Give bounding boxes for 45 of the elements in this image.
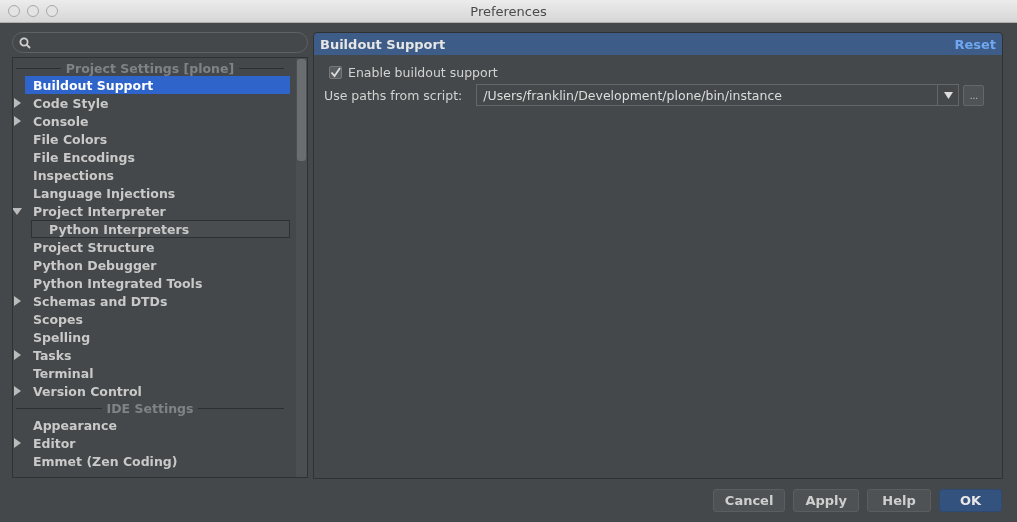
caret-icon xyxy=(943,91,953,99)
script-path-dropdown[interactable]: /Users/franklin/Development/plone/bin/instance xyxy=(476,84,960,106)
tree-item[interactable]: Code Style xyxy=(25,94,290,112)
tree-item[interactable]: Editor xyxy=(25,434,290,452)
expanded-arrow-icon[interactable] xyxy=(13,206,22,216)
tree-item[interactable]: Buildout Support xyxy=(25,76,290,94)
checkbox-label: Enable buildout support xyxy=(348,65,498,80)
checkbox[interactable] xyxy=(329,66,342,79)
tree-item[interactable]: File Encodings xyxy=(25,148,290,166)
dialog-button[interactable]: OK xyxy=(939,488,1002,512)
tree-item[interactable]: Spelling xyxy=(25,328,290,346)
search-icon xyxy=(19,36,31,49)
tree-item[interactable]: Python Debugger xyxy=(25,256,290,274)
tree-item[interactable]: Scopes xyxy=(25,310,290,328)
panel-title: Buildout Support xyxy=(320,36,446,52)
field-label: Use paths from script: xyxy=(324,87,463,103)
scrollbar[interactable] xyxy=(296,58,307,477)
search-field[interactable] xyxy=(12,32,308,53)
tree-item[interactable]: Console xyxy=(25,112,290,130)
tree-item[interactable]: Version Control xyxy=(25,382,290,400)
tree-item[interactable]: Python Interpreters xyxy=(31,220,290,238)
tree-item[interactable]: Terminal xyxy=(25,364,290,382)
tree-item[interactable]: Emmet (Zen Coding) xyxy=(25,452,290,470)
tree-item[interactable]: Language Injections xyxy=(25,184,290,202)
dialog-button[interactable]: Help xyxy=(867,488,931,512)
tree-item[interactable]: Appearance xyxy=(25,416,290,434)
collapsed-arrow-icon[interactable] xyxy=(13,438,22,448)
collapsed-arrow-icon[interactable] xyxy=(13,296,22,306)
tree-item[interactable]: Project Structure xyxy=(25,238,290,256)
tree-item[interactable]: Tasks xyxy=(25,346,290,364)
collapsed-arrow-icon[interactable] xyxy=(13,98,22,108)
collapsed-arrow-icon[interactable] xyxy=(13,350,22,360)
collapsed-arrow-icon[interactable] xyxy=(13,386,22,396)
section-header: IDE Settings xyxy=(106,400,194,416)
tree-item[interactable]: Python Integrated Tools xyxy=(25,274,290,292)
tree-item[interactable]: Project Interpreter xyxy=(25,202,290,220)
collapsed-arrow-icon[interactable] xyxy=(13,116,22,126)
tree-item[interactable]: Schemas and DTDs xyxy=(25,292,290,310)
dialog-button[interactable]: Cancel xyxy=(712,488,786,512)
section-header: Project Settings [plone] xyxy=(65,60,235,76)
browse-button[interactable]: ... xyxy=(963,84,985,106)
tree-item[interactable]: Inspections xyxy=(25,166,290,184)
dialog-button[interactable]: Apply xyxy=(793,488,859,512)
window-title: Preferences xyxy=(470,3,547,19)
tree-item[interactable]: File Colors xyxy=(25,130,290,148)
